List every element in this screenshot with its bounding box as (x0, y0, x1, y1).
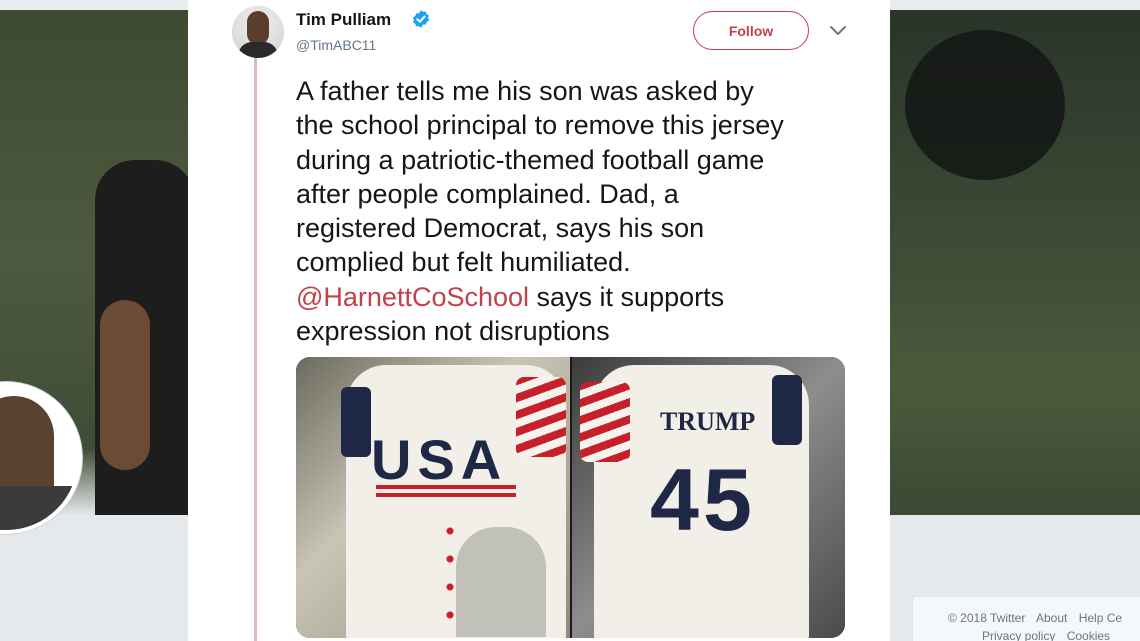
stripes-sleeve (516, 377, 566, 457)
background-topbar-left (0, 0, 188, 10)
tweet-text-line-mention: @HarnettCoSchool says it supports (296, 280, 866, 314)
tweet-text-fragment: says it supports (529, 281, 725, 312)
stars-sleeve (341, 387, 371, 457)
author-name[interactable]: Tim Pulliam (296, 10, 391, 30)
background-topbar-right (890, 0, 1140, 10)
author-avatar[interactable] (232, 6, 284, 58)
usa-jersey-lettering: USA (371, 428, 508, 491)
background-profile-area (0, 515, 188, 641)
footer-copyright: © 2018 Twitter (948, 611, 1026, 625)
background-person-arm (100, 300, 150, 470)
tweet-text-line: A father tells me his son was asked by (296, 76, 754, 106)
mention-link[interactable]: @HarnettCoSchool (296, 282, 529, 312)
stripes-sleeve (580, 382, 630, 462)
tweet-text-line: registered Democrat, says his son (296, 213, 705, 244)
background-camera (905, 30, 1065, 180)
tweet-text: A father tells me his son was asked by t… (296, 74, 866, 348)
footer-cookies-link[interactable]: Cookies (1067, 629, 1110, 641)
verified-badge-icon (413, 10, 429, 28)
usa-stripes (376, 485, 516, 501)
tweet-text-line: complied but felt humiliated. (296, 247, 631, 278)
jersey-number: 45 (650, 450, 756, 549)
tweet-text-line: expression not disruptions (296, 316, 610, 347)
footer-links-row-2: Privacy policy Cookies (982, 629, 1118, 641)
tweet-text-line: the school principal to remove this jers… (296, 110, 784, 141)
media-photo-usa-jersey[interactable]: USA (296, 357, 570, 638)
jersey-buttons (446, 517, 454, 627)
footer-help-link[interactable]: Help Ce (1079, 611, 1122, 625)
stars-sleeve (772, 375, 802, 445)
tweet-text-line: after people complained. Dad, a (296, 178, 679, 209)
tweet-media[interactable]: USA TRUMP 45 (296, 357, 845, 638)
footer-privacy-link[interactable]: Privacy policy (982, 629, 1055, 641)
media-photo-trump-jersey[interactable]: TRUMP 45 (572, 357, 845, 638)
thread-line (254, 58, 257, 641)
footer-links-row-1: © 2018 Twitter About Help Ce (948, 611, 1130, 625)
author-handle[interactable]: @TimABC11 (296, 37, 376, 53)
screenshot-stage: © 2018 Twitter About Help Ce Privacy pol… (0, 0, 1140, 641)
footer-about-link[interactable]: About (1036, 611, 1067, 625)
statue-of-liberty-graphic (456, 527, 546, 637)
chevron-down-icon[interactable] (829, 24, 847, 38)
tweet-text-line: during a patriotic-themed football game (296, 144, 765, 175)
follow-button[interactable]: Follow (693, 11, 809, 50)
jersey-name: TRUMP (660, 407, 756, 436)
